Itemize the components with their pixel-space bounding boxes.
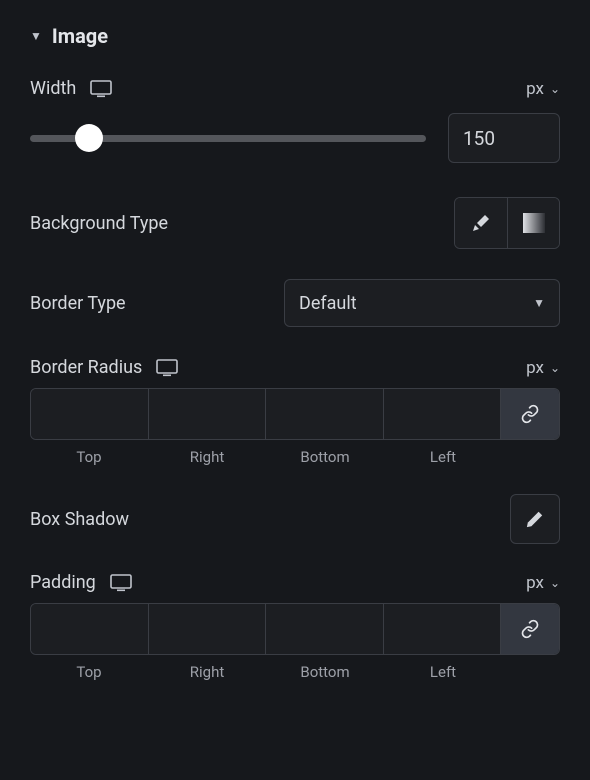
background-type-row: Background Type [30,197,560,249]
padding-left-input[interactable] [384,604,502,654]
border-type-row: Border Type Default ▼ [30,279,560,327]
slider-thumb[interactable] [75,124,103,152]
padding-right-input[interactable] [149,604,267,654]
box-shadow-label: Box Shadow [30,509,129,530]
border-radius-unit: px [526,358,544,378]
desktop-icon[interactable] [90,80,112,98]
box-shadow-row: Box Shadow [30,494,560,544]
desktop-icon[interactable] [156,359,178,377]
spacer [502,663,560,681]
side-label-left: Left [384,663,502,681]
link-icon [520,404,540,424]
width-slider[interactable] [30,123,426,153]
border-type-value: Default [299,293,357,314]
width-unit: px [526,79,544,99]
padding-link-button[interactable] [501,604,559,654]
border-radius-link-button[interactable] [501,389,559,439]
padding-top-input[interactable] [31,604,149,654]
side-label-top: Top [30,663,148,681]
background-type-label: Background Type [30,213,168,234]
brush-icon [471,213,491,233]
width-unit-select[interactable]: px ⌄ [526,79,560,99]
background-gradient-button[interactable] [507,198,559,248]
side-label-right: Right [148,663,266,681]
section-header-image[interactable]: ▼ Image [30,24,560,48]
width-slider-row: 150 [30,113,560,163]
background-type-options [454,197,560,249]
border-radius-inputs [30,388,560,440]
link-icon [520,619,540,639]
padding-side-labels: Top Right Bottom Left [30,663,560,681]
side-label-left: Left [384,448,502,466]
background-classic-button[interactable] [455,198,507,248]
border-radius-right-input[interactable] [149,389,267,439]
box-shadow-edit-button[interactable] [510,494,560,544]
chevron-down-icon: ⌄ [550,576,560,590]
spacer [502,448,560,466]
padding-inputs [30,603,560,655]
border-radius-unit-select[interactable]: px ⌄ [526,358,560,378]
width-value: 150 [463,127,495,150]
border-radius-label: Border Radius [30,357,142,378]
caret-down-icon: ▼ [30,29,42,43]
padding-label: Padding [30,572,96,593]
chevron-down-icon: ⌄ [550,82,560,96]
side-label-top: Top [30,448,148,466]
width-row: Width px ⌄ [30,78,560,99]
border-type-select[interactable]: Default ▼ [284,279,560,327]
side-label-bottom: Bottom [266,448,384,466]
chevron-down-icon: ⌄ [550,361,560,375]
section-title: Image [52,24,108,48]
padding-unit-select[interactable]: px ⌄ [526,573,560,593]
side-label-right: Right [148,448,266,466]
pencil-icon [526,510,544,528]
border-type-label: Border Type [30,293,126,314]
border-radius-left-input[interactable] [384,389,502,439]
width-label: Width [30,78,76,99]
border-radius-bottom-input[interactable] [266,389,384,439]
border-radius-group: Border Radius px ⌄ Top Right Bottom Left [30,357,560,466]
border-radius-top-input[interactable] [31,389,149,439]
side-label-bottom: Bottom [266,663,384,681]
padding-bottom-input[interactable] [266,604,384,654]
border-radius-side-labels: Top Right Bottom Left [30,448,560,466]
padding-group: Padding px ⌄ Top Right Bottom Left [30,572,560,681]
caret-down-icon: ▼ [533,296,545,310]
width-input[interactable]: 150 [448,113,560,163]
gradient-icon [523,213,545,233]
padding-unit: px [526,573,544,593]
desktop-icon[interactable] [110,574,132,592]
